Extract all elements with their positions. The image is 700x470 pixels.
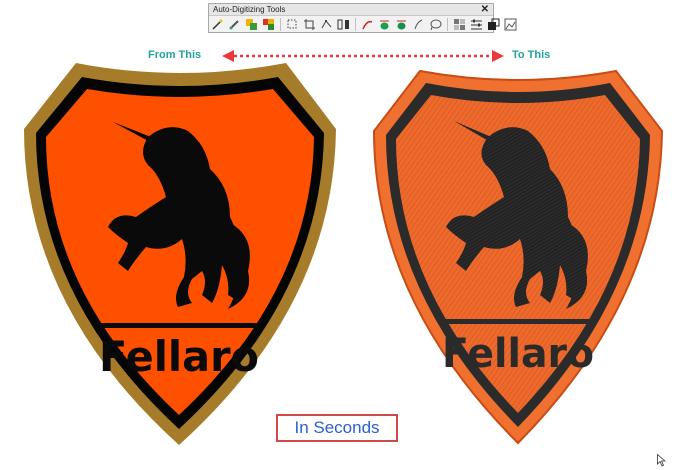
embroidery-result-image: Fellaro (372, 69, 664, 445)
auto-digitizing-toolbar: Auto-Digitizing Tools ✕ (208, 3, 517, 33)
bitmap-icon[interactable] (453, 18, 466, 31)
toolbar-title: Auto-Digitizing Tools (213, 5, 286, 14)
layer-icon[interactable] (487, 18, 500, 31)
running-stitch-icon[interactable] (361, 18, 374, 31)
freehand-icon[interactable] (412, 18, 425, 31)
settings-sliders-icon[interactable] (470, 18, 483, 31)
toolbar-separator (280, 18, 281, 31)
color-fill-icon[interactable] (245, 18, 258, 31)
in-seconds-callout: In Seconds (276, 414, 398, 442)
toolbar-separator (355, 18, 356, 31)
trace-outline-icon[interactable] (286, 18, 299, 31)
node-edit-icon[interactable] (320, 18, 333, 31)
toolbar-titlebar[interactable]: Auto-Digitizing Tools ✕ (209, 4, 493, 16)
mouse-cursor-icon (657, 454, 666, 467)
straighten-icon[interactable] (337, 18, 350, 31)
toolbar-separator (447, 18, 448, 31)
photo-stitch-icon[interactable] (504, 18, 517, 31)
satin-stitch-icon[interactable] (395, 18, 408, 31)
toolbar-tools (211, 17, 517, 32)
crop-icon[interactable] (303, 18, 316, 31)
to-this-label: To This (512, 49, 551, 61)
fill-stitch-icon[interactable] (378, 18, 391, 31)
magic-wand-icon[interactable] (211, 18, 224, 31)
original-logo-image: Fellaro (24, 63, 336, 445)
color-reduce-icon[interactable] (262, 18, 275, 31)
brand-text-embroidered: Fellaro (442, 331, 594, 377)
lasso-icon[interactable] (429, 18, 442, 31)
paint-brush-icon[interactable] (228, 18, 241, 31)
close-icon[interactable]: ✕ (481, 4, 489, 15)
brand-text: Fellaro (99, 332, 259, 381)
